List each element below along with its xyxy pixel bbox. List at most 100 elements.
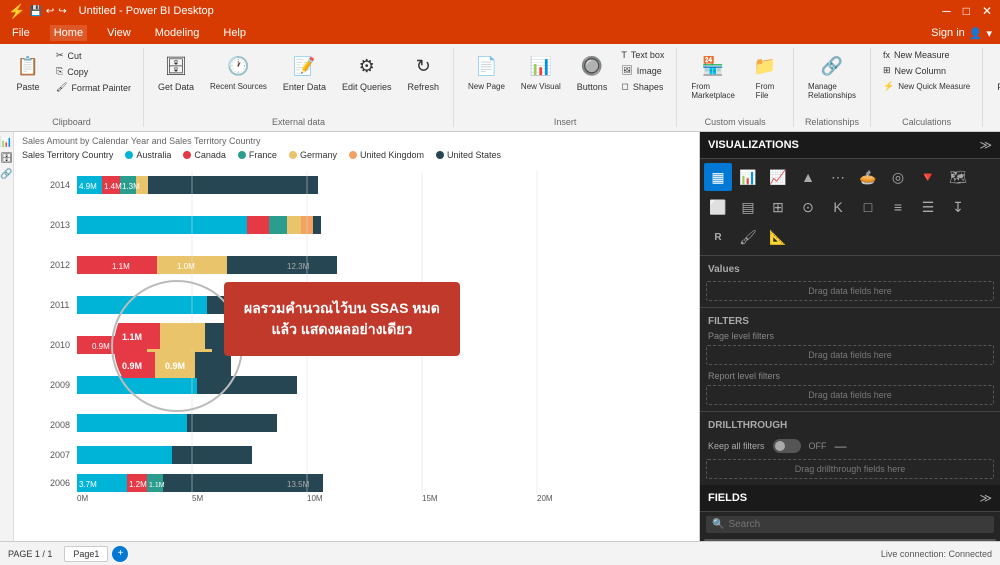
svg-text:2014: 2014 xyxy=(50,180,70,190)
add-page-btn[interactable]: + xyxy=(112,546,128,562)
svg-text:2007: 2007 xyxy=(50,450,70,460)
image-button[interactable]: 🖼 Image xyxy=(617,63,668,78)
visualizations-title: VISUALIZATIONS xyxy=(708,139,799,151)
viz-matrix-icon[interactable]: ⊞ xyxy=(764,193,792,221)
viz-funnel-icon[interactable]: 🔻 xyxy=(914,163,942,191)
svg-text:1.0M: 1.0M xyxy=(177,262,195,271)
image-icon: 🖼 xyxy=(621,65,632,76)
menu-file[interactable]: File xyxy=(8,25,34,41)
quick-access-undo[interactable]: ↩ xyxy=(46,6,54,17)
publish-button[interactable]: ☁ Publish xyxy=(991,48,1000,96)
shapes-button[interactable]: ◻ Shapes xyxy=(617,79,668,94)
svg-text:1.1M: 1.1M xyxy=(149,482,165,489)
viz-table-icon[interactable]: ▤ xyxy=(734,193,762,221)
viz-pie-icon[interactable]: 🥧 xyxy=(854,163,882,191)
keep-all-toggle[interactable] xyxy=(773,439,801,453)
page-tab-1[interactable]: Page1 xyxy=(64,546,108,562)
legend-australia: Australia xyxy=(125,150,171,160)
new-quick-measure-button[interactable]: ⚡ New Quick Measure xyxy=(879,79,974,94)
sign-in-btn[interactable]: Sign in xyxy=(931,27,965,39)
manage-relationships-button[interactable]: 🔗 ManageRelationships xyxy=(802,48,862,104)
maximize-btn[interactable]: □ xyxy=(963,4,970,18)
viz-line-chart-icon[interactable]: 📈 xyxy=(764,163,792,191)
values-section: Values Drag data fields here xyxy=(700,255,1000,307)
minimize-btn[interactable]: ─ xyxy=(942,4,951,18)
report-level-drop-zone[interactable]: Drag data fields here xyxy=(706,385,994,405)
toggle-line-icon: — xyxy=(835,439,847,453)
svg-text:2011: 2011 xyxy=(50,300,69,310)
svg-text:0.9M: 0.9M xyxy=(165,361,185,371)
copy-button[interactable]: ⎘ Copy xyxy=(52,64,135,79)
viz-slicer-icon[interactable]: ☰ xyxy=(914,193,942,221)
new-page-icon: 📄 xyxy=(472,52,500,80)
viz-r-script-icon[interactable]: R xyxy=(704,223,732,251)
viz-card-icon[interactable]: □ xyxy=(854,193,882,221)
viz-bar-chart-icon[interactable]: ▦ xyxy=(704,163,732,191)
menu-home[interactable]: Home xyxy=(50,25,87,41)
svg-text:1.2M: 1.2M xyxy=(129,480,147,489)
drillthrough-drop-zone[interactable]: Drag drillthrough fields here xyxy=(706,459,994,479)
edit-queries-button[interactable]: ⚙ Edit Queries xyxy=(336,48,398,96)
quick-measure-icon: ⚡ xyxy=(883,81,894,92)
viz-area-chart-icon[interactable]: ▲ xyxy=(794,163,822,191)
viz-kpi-icon[interactable]: K xyxy=(824,193,852,221)
title-bar: ⚡ 💾 ↩ ↪ Untitled - Power BI Desktop ─ □ … xyxy=(0,0,1000,22)
fields-search-box[interactable]: 🔍 xyxy=(706,516,994,533)
viz-analytics-icon[interactable]: 📐 xyxy=(764,223,792,251)
report-view-icon[interactable]: 📊 xyxy=(1,136,13,148)
refresh-button[interactable]: ↻ Refresh xyxy=(401,48,445,96)
fields-search-input[interactable] xyxy=(728,519,988,530)
menu-modeling[interactable]: Modeling xyxy=(151,25,204,41)
chart-title: Sales Amount by Calendar Year and Sales … xyxy=(14,132,699,148)
get-data-button[interactable]: 🗄 Get Data xyxy=(152,48,200,96)
legend-canada: Canada xyxy=(183,150,226,160)
format-painter-button[interactable]: 🖌 Format Painter xyxy=(52,80,135,95)
buttons-button[interactable]: 🔘 Buttons xyxy=(571,48,614,96)
data-view-icon[interactable]: 🗄 xyxy=(1,152,13,164)
cut-button[interactable]: ✂ Cut xyxy=(52,48,135,63)
text-box-button[interactable]: T Text box xyxy=(617,48,668,62)
from-marketplace-button[interactable]: 🏪 FromMarketplace xyxy=(685,48,741,104)
new-visual-button[interactable]: 📊 New Visual xyxy=(515,48,567,95)
fields-collapse-btn[interactable]: ≫ xyxy=(979,491,992,505)
close-btn[interactable]: ✕ xyxy=(982,4,992,18)
svg-text:0.9M: 0.9M xyxy=(92,342,110,351)
viz-gauge-icon[interactable]: ⊙ xyxy=(794,193,822,221)
toggle-state: OFF xyxy=(809,441,827,451)
viz-scatter-icon[interactable]: ⋯ xyxy=(824,163,852,191)
expand-icon: ▾ xyxy=(986,27,992,40)
viz-donut-icon[interactable]: ◎ xyxy=(884,163,912,191)
new-page-button[interactable]: 📄 New Page xyxy=(462,48,511,95)
from-file-button[interactable]: 📁 FromFile xyxy=(745,48,785,104)
quick-access-save[interactable]: 💾 xyxy=(29,6,41,17)
menu-help[interactable]: Help xyxy=(219,25,250,41)
viz-map-icon[interactable]: 🗺 xyxy=(944,163,972,191)
viz-filled-map-icon[interactable]: ⬜ xyxy=(704,193,732,221)
legend-country-label: Sales Territory Country xyxy=(22,150,113,160)
quick-access-redo[interactable]: ↪ xyxy=(58,6,66,17)
chart-container[interactable]: 2014 2013 2012 2011 2010 2009 2008 2007 … xyxy=(14,162,699,513)
new-column-button[interactable]: ⊞ New Column xyxy=(879,63,974,78)
values-drop-zone[interactable]: Drag data fields here xyxy=(706,281,994,301)
viz-format-icon[interactable]: 🖌 xyxy=(734,223,762,251)
enter-data-icon: 📝 xyxy=(290,52,318,80)
page-level-drop-zone[interactable]: Drag data fields here xyxy=(706,345,994,365)
filters-header: FILTERS xyxy=(700,312,1000,331)
canada-dot xyxy=(183,151,191,159)
model-view-icon[interactable]: 🔗 xyxy=(1,168,13,180)
ribbon-custom-visuals: 🏪 FromMarketplace 📁 FromFile Custom visu… xyxy=(677,48,794,127)
viz-multirow-icon[interactable]: ≡ xyxy=(884,193,912,221)
viz-collapse-btn[interactable]: ≫ xyxy=(979,138,992,152)
viz-waterfall-icon[interactable]: ↧ xyxy=(944,193,972,221)
svg-text:4.9M: 4.9M xyxy=(79,182,97,191)
ribbon-clipboard: 📋 Paste ✂ Cut ⎘ Copy 🖌 Format Painter Cl… xyxy=(0,48,144,127)
menu-bar: File Home View Modeling Help Sign in 👤 ▾ xyxy=(0,22,1000,44)
enter-data-button[interactable]: 📝 Enter Data xyxy=(277,48,332,96)
viz-stacked-bar-icon[interactable]: 📊 xyxy=(734,163,762,191)
paste-button[interactable]: 📋 Paste xyxy=(8,48,48,96)
svg-text:2009: 2009 xyxy=(50,380,70,390)
menu-view[interactable]: View xyxy=(103,25,135,41)
new-measure-button[interactable]: fx New Measure xyxy=(879,48,974,62)
recent-sources-button[interactable]: 🕐 Recent Sources xyxy=(204,48,273,95)
svg-text:3.7M: 3.7M xyxy=(79,480,97,489)
